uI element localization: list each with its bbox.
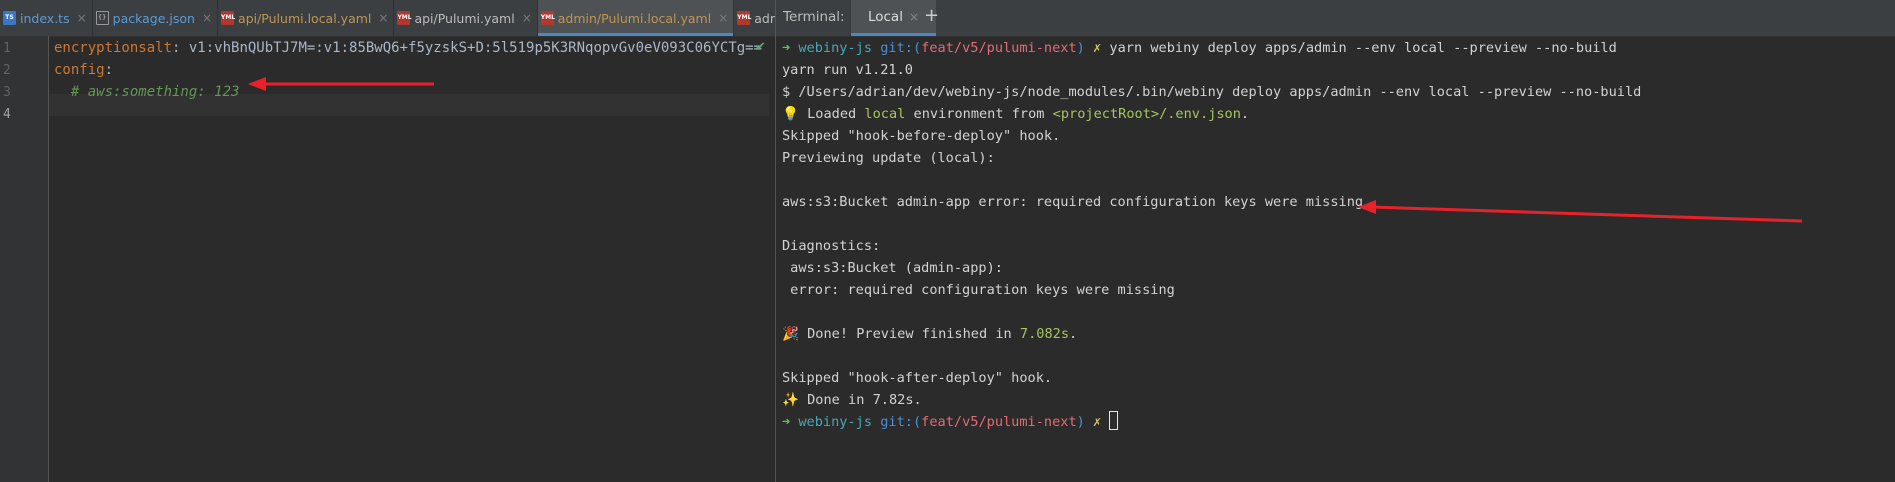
- prompt-git: git:(: [880, 414, 922, 430]
- terminal-prompt-line: ➜ webiny-js git:(feat/v5/pulumi-next) ✗ …: [782, 37, 1617, 59]
- close-icon[interactable]: ×: [378, 11, 388, 25]
- prompt-branch: feat/v5/pulumi-next: [921, 414, 1077, 430]
- yaml-key: encryptionsalt: [54, 40, 173, 56]
- prompt-git: git:(: [880, 40, 922, 56]
- yaml-file-icon: YML: [737, 11, 751, 25]
- output-text: Done! Preview finished in: [798, 326, 1020, 342]
- terminal-tab-label: Local: [867, 8, 903, 25]
- terminal-prompt-line[interactable]: ➜ webiny-js git:(feat/v5/pulumi-next) ✗: [782, 411, 1119, 433]
- prompt-dirty-icon: ✗: [1093, 40, 1102, 56]
- prompt-branch: feat/v5/pulumi-next: [921, 40, 1077, 56]
- yaml-file-icon: YML: [221, 11, 235, 25]
- terminal-output-line: Previewing update (local):: [782, 150, 995, 166]
- prompt-git-close: ): [1076, 414, 1085, 430]
- tab-admin-pulumi-local-yaml[interactable]: YML admin/Pulumi.local.yaml ×: [537, 0, 735, 36]
- tab-label: admin/Pulumi.local.yaml: [557, 10, 712, 26]
- terminal-output-line: Skipped "hook-after-deploy" hook.: [782, 370, 1053, 386]
- terminal-output-line: aws:s3:Bucket (admin-app):: [782, 260, 1003, 276]
- tab-api-pulumi-local-yaml[interactable]: YML api/Pulumi.local.yaml ×: [218, 0, 395, 36]
- check-icon: ✔: [755, 40, 766, 55]
- close-icon[interactable]: ×: [718, 11, 728, 25]
- prompt-dirty-icon: ✗: [1093, 414, 1102, 430]
- tab-label: api/Pulumi.local.yaml: [238, 10, 372, 26]
- lightbulb-icon: 💡: [782, 106, 799, 122]
- env-name: local: [864, 106, 906, 122]
- close-icon[interactable]: ×: [522, 11, 532, 25]
- output-text: .: [1240, 106, 1250, 122]
- yaml-key: config: [54, 62, 105, 78]
- terminal-output-line: 💡 Loaded local environment from <project…: [782, 103, 1249, 125]
- terminal-error-line: aws:s3:Bucket admin-app error: required …: [782, 194, 1364, 210]
- env-path: <projectRoot>/.env.json: [1052, 106, 1241, 122]
- new-terminal-button[interactable]: +: [924, 5, 939, 26]
- json-file-icon: {}: [95, 11, 109, 25]
- output-text: Loaded: [798, 106, 865, 122]
- editor-pane: TS index.ts × {} package.json × YML api/…: [0, 0, 775, 482]
- yaml-separator: :: [172, 40, 189, 56]
- prompt-git-close: ): [1076, 40, 1085, 56]
- terminal-title: Terminal:: [783, 9, 845, 25]
- prompt-arrow-icon: ➜: [782, 414, 791, 430]
- output-text: Done in 7.82s.: [798, 392, 922, 408]
- line-number: 4: [3, 107, 11, 122]
- line-number: 3: [3, 85, 11, 100]
- command-text: yarn webiny deploy apps/admin --env loca…: [1109, 40, 1617, 56]
- preview-duration: 7.082s: [1019, 326, 1070, 342]
- tab-label: api/Pulumi.yaml: [414, 10, 515, 26]
- typescript-file-icon: TS: [3, 11, 16, 25]
- tab-label: package.json: [112, 10, 195, 26]
- terminal-output-line: yarn run v1.21.0: [782, 62, 913, 78]
- tab-index-ts[interactable]: TS index.ts ×: [0, 0, 93, 36]
- yaml-value: v1:vhBnQUbTJ7M=:v1:85BwQ6+f5yzskS+D:5l51…: [188, 40, 763, 56]
- code-line-encryptionsalt[interactable]: encryptionsalt: v1:vhBnQUbTJ7M=:v1:85BwQ…: [54, 37, 762, 59]
- terminal-output-line: Skipped "hook-before-deploy" hook.: [782, 128, 1061, 144]
- tab-package-json[interactable]: {} package.json ×: [93, 0, 219, 36]
- terminal-output-line: ✨ Done in 7.82s.: [782, 389, 922, 411]
- editor-tab-bar: TS index.ts × {} package.json × YML api/…: [0, 0, 775, 37]
- terminal-header: Terminal: Local × +: [776, 0, 1895, 37]
- terminal-output-line: $ /Users/adrian/dev/webiny-js/node_modul…: [782, 84, 1642, 100]
- tab-label: admin/Pu: [754, 10, 775, 26]
- close-icon[interactable]: ×: [77, 11, 87, 25]
- yaml-comment: # aws:something: 123: [54, 84, 240, 100]
- code-line-config[interactable]: config:: [54, 59, 113, 81]
- terminal-output-line: 🎉 Done! Preview finished in 7.082s.: [782, 323, 1077, 345]
- prompt-dir: webiny-js: [798, 414, 873, 430]
- yaml-separator: :: [104, 62, 114, 78]
- prompt-dir: webiny-js: [798, 40, 873, 56]
- close-icon[interactable]: ×: [202, 11, 212, 25]
- line-number-gutter: 1 2 3 4: [0, 36, 49, 482]
- terminal-output-line: Diagnostics:: [782, 238, 881, 254]
- yaml-file-icon: YML: [540, 11, 555, 25]
- code-line-comment[interactable]: # aws:something: 123: [54, 81, 240, 103]
- tab-label: index.ts: [20, 10, 70, 26]
- line-number: 2: [3, 63, 11, 78]
- output-text: environment from: [905, 106, 1053, 122]
- line-number: 1: [3, 41, 11, 56]
- terminal-pane: Terminal: Local × + ➜ webiny-js git:(fea…: [776, 0, 1895, 482]
- party-popper-icon: 🎉: [782, 326, 799, 342]
- output-text: .: [1069, 326, 1078, 342]
- prompt-arrow-icon: ➜: [782, 40, 791, 56]
- close-icon[interactable]: ×: [909, 10, 919, 24]
- sparkles-icon: ✨: [782, 392, 799, 408]
- yaml-file-icon: YML: [397, 11, 412, 25]
- terminal-cursor[interactable]: [1109, 411, 1119, 430]
- terminal-output-line: error: required configuration keys were …: [782, 282, 1175, 298]
- tab-api-pulumi-yaml[interactable]: YML api/Pulumi.yaml ×: [394, 0, 538, 36]
- tab-admin-pulumi-yaml[interactable]: YML admin/Pu: [734, 0, 775, 36]
